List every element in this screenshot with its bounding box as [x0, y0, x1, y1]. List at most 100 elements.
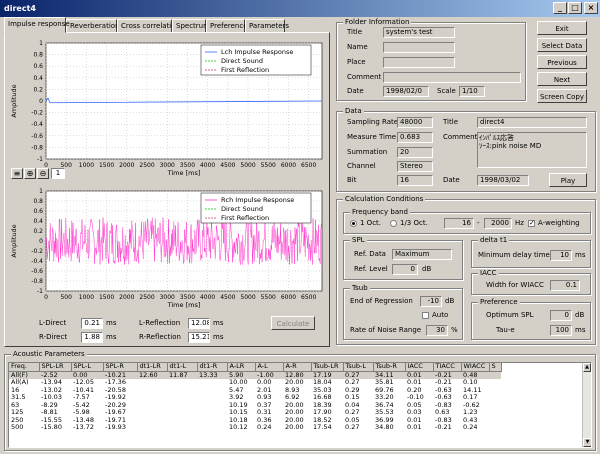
noise-range-field[interactable]: 30	[426, 325, 448, 336]
lch-chart-xtick: 2500	[139, 162, 154, 169]
tab-preference[interactable]: Preference	[206, 19, 248, 33]
previous-button[interactable]: Previous	[537, 55, 587, 69]
col-header-tiacc[interactable]: TIACC	[433, 363, 462, 372]
data-comment-field: ｲﾝﾊﾟﾙｽ応答 ｿｰｽ:pink noise MD	[477, 132, 587, 168]
folder-date-field[interactable]: 1998/02/0	[383, 86, 429, 97]
r-direct-label: R-Direct	[39, 333, 68, 341]
col-header-tsub-r[interactable]: Tsub-R	[373, 363, 406, 372]
tsub-group-title: Tsub	[350, 284, 370, 293]
table-cell	[167, 387, 197, 395]
end-regression-field[interactable]: -10	[420, 296, 442, 307]
table-cell	[137, 394, 167, 402]
folder-comment-label: Comment	[347, 73, 382, 81]
scroll-down-icon[interactable]: ▼	[583, 438, 591, 447]
lch-chart-xtick: 5500	[261, 162, 276, 169]
lch-chart-ytick: 0.2	[33, 86, 43, 93]
zoom-in-icon[interactable]: ⊕	[24, 168, 36, 179]
summation-label: Summation	[347, 148, 388, 156]
r-reflection-field[interactable]: 15.21	[188, 332, 210, 343]
a-weighting-checkbox[interactable]: ✓	[528, 220, 535, 227]
zoom-out-icon[interactable]: ⊖	[37, 168, 49, 179]
table-cell: 12.60	[137, 371, 167, 379]
data-date-label: Date	[443, 176, 460, 184]
folder-name-label: Name	[347, 43, 368, 51]
minimize-button[interactable]: _	[553, 2, 567, 14]
col-header-spl-r[interactable]: SPL-R	[103, 363, 138, 372]
oct3-radio[interactable]	[390, 220, 397, 227]
col-header-wiacc[interactable]: WIACC	[461, 363, 490, 372]
delta-t1-group: delta t1 Minimum delay time 10 ms	[471, 236, 591, 268]
sampling-rate-field: 48000	[397, 117, 433, 128]
taue-field[interactable]: 100	[550, 325, 572, 336]
table-cell	[137, 424, 167, 432]
folder-name-field[interactable]	[383, 42, 455, 53]
col-header-iacc[interactable]: IACC	[405, 363, 434, 372]
freq-to-field[interactable]: 2000	[484, 218, 512, 229]
tab-parameters[interactable]: Parameters	[245, 19, 289, 33]
iacc-group-title: IACC	[478, 269, 499, 278]
calc-conditions-group: Calculation Conditions Frequency band 1 …	[336, 195, 596, 345]
table-cell: 500	[11, 423, 24, 431]
table-row[interactable]: 500 -15.80 -13.72 -19.93 10.12 0.24 20.00 17.54…	[9, 423, 501, 432]
col-header-s[interactable]: S	[489, 363, 502, 372]
end-regression-label: End of Regression	[350, 297, 413, 305]
col-header-dt1-lr[interactable]: dt1-LR	[137, 363, 168, 372]
l-direct-field[interactable]: 0.21	[81, 318, 103, 329]
rch-chart-xtick: 5500	[261, 294, 276, 301]
close-button[interactable]: ×	[584, 2, 598, 14]
exit-button[interactable]: Exit	[537, 21, 587, 35]
folder-comment-field[interactable]	[383, 72, 521, 83]
screen-copy-button[interactable]: Screen Copy	[537, 89, 587, 103]
tab-cross-correlation[interactable]: Cross correlation	[117, 19, 180, 33]
l-direct-label: L-Direct	[39, 319, 67, 327]
tab-impulse-response[interactable]: Impulse response	[4, 17, 70, 33]
rch-chart-ytick: -0.8	[31, 278, 43, 285]
l-reflection-field[interactable]: 12.08	[188, 318, 210, 329]
tab-spectrum[interactable]: Spectrum	[172, 19, 210, 33]
col-header-spl-l[interactable]: SPL-L	[71, 363, 104, 372]
table-cell: 10.12	[229, 423, 248, 431]
col-header-a-lr[interactable]: A-LR	[227, 363, 256, 372]
table-cell	[137, 402, 167, 410]
col-header-spl-lr[interactable]: SPL-LR	[39, 363, 72, 372]
folder-place-field[interactable]	[383, 57, 455, 68]
scroll-up-icon[interactable]: ▲	[583, 363, 591, 372]
col-header-a-l[interactable]: A-L	[255, 363, 284, 372]
col-header-dt1-l[interactable]: dt1-L	[167, 363, 198, 372]
folder-info-group: Folder Information Title system's test N…	[336, 18, 526, 101]
tab-reverberation[interactable]: Reverberation	[66, 19, 120, 33]
r-direct-field[interactable]: 1.88	[81, 332, 103, 343]
lch-chart-xtick: 3500	[180, 162, 195, 169]
rch-chart-xtick: 1000	[79, 294, 94, 301]
ref-data-field[interactable]: Maximum value	[392, 249, 452, 260]
col-header-freq-[interactable]: Freq.	[9, 363, 40, 372]
maximize-button[interactable]: □	[568, 2, 582, 14]
lch-chart-ytick: -0.8	[31, 144, 43, 151]
select-data-button[interactable]: Select Data	[537, 38, 587, 52]
col-header-a-r[interactable]: A-R	[283, 363, 312, 372]
lch-chart-ytick: 1	[39, 40, 43, 47]
folder-scale-field[interactable]: 1/10	[459, 86, 485, 97]
next-button[interactable]: Next	[537, 72, 587, 86]
ref-level-field[interactable]: 0	[392, 264, 418, 275]
plot-toolbar: ≡ ⊕ ⊖ 1	[11, 168, 91, 180]
table-cell: -0.21	[435, 423, 452, 431]
wiacc-field[interactable]: 0.1	[550, 280, 580, 291]
min-delay-field[interactable]: 10	[550, 250, 572, 261]
calculate-button[interactable]: Calculate	[271, 316, 315, 330]
folder-title-field[interactable]: system's test	[383, 27, 455, 38]
sampling-rate-label: Sampling Rate	[347, 118, 399, 126]
col-header-tsub-l[interactable]: Tsub-L	[343, 363, 374, 372]
table-scrollbar[interactable]: ▲ ▼	[582, 363, 591, 447]
play-button[interactable]: Play	[549, 173, 587, 187]
col-header-tsub-lr[interactable]: Tsub-LR	[311, 363, 344, 372]
freq-from-field[interactable]: 16	[444, 218, 474, 229]
table-cell	[489, 424, 501, 432]
list-icon[interactable]: ≡	[11, 168, 23, 179]
oct1-radio[interactable]	[350, 220, 357, 227]
col-header-dt1-r[interactable]: dt1-R	[197, 363, 228, 372]
page-number-field[interactable]: 1	[51, 168, 65, 179]
optimum-spl-field[interactable]: 0	[550, 310, 572, 321]
lch-chart-ytick: 0.4	[33, 75, 43, 82]
auto-checkbox[interactable]	[422, 312, 429, 319]
